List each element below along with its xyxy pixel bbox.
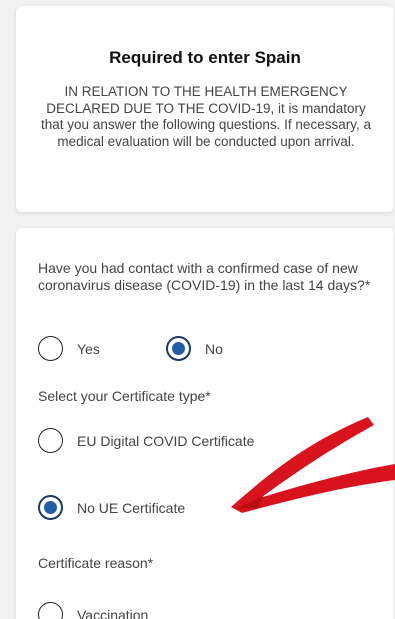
red-arrow-icon [231,417,395,513]
radio-unchecked-icon[interactable] [38,602,63,619]
certificate-reason-vaccination-option[interactable]: Vaccination [38,602,148,619]
health-emergency-notice: IN RELATION TO THE HEALTH EMERGENCY DECL… [41,84,371,149]
certificate-no-ue-option[interactable]: No UE Certificate [38,495,185,520]
certificate-eu-digital-option[interactable]: EU Digital COVID Certificate [38,428,254,453]
page-root: Required to enter Spain IN RELATION TO T… [0,0,395,619]
radio-unchecked-icon[interactable] [38,336,63,361]
contact-no-option[interactable]: No [166,336,223,361]
radio-checked-icon[interactable] [38,495,63,520]
entry-requirements-card: Required to enter Spain IN RELATION TO T… [16,6,394,212]
contact-yes-option[interactable]: Yes [38,336,100,361]
contact-question-label: Have you had contact with a confirmed ca… [38,260,371,293]
radio-dot [44,501,57,514]
radio-checked-icon[interactable] [166,336,191,361]
certificate-reason-label: Certificate reason* [38,555,154,571]
contact-no-label: No [205,340,223,357]
radio-unchecked-icon[interactable] [38,428,63,453]
certificate-no-ue-label: No UE Certificate [77,499,186,516]
radio-dot [172,342,185,355]
certificate-type-label: Select your Certificate type* [38,388,211,404]
contact-yes-label: Yes [77,340,100,357]
page-title: Required to enter Spain [109,48,301,67]
vaccination-label: Vaccination [77,606,149,619]
